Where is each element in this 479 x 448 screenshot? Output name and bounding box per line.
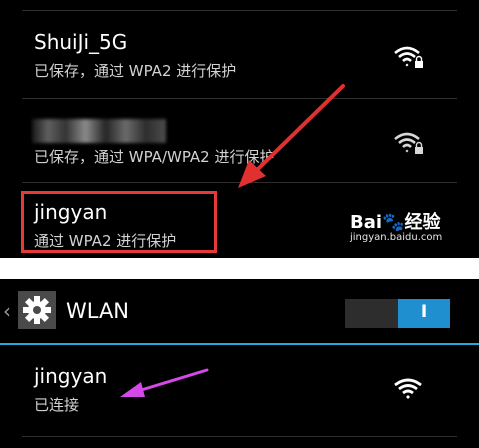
red-arrow-annotation [238, 84, 345, 188]
wlan-screen-panel: ‹ WLAN I jingyan 已连接 [0, 279, 479, 448]
magenta-arrow-annotation [120, 368, 209, 397]
network-list-panel: ShuiJi_5G 已保存，通过 WPA2 进行保护 已保存，通过 WPA/WP… [0, 0, 479, 258]
